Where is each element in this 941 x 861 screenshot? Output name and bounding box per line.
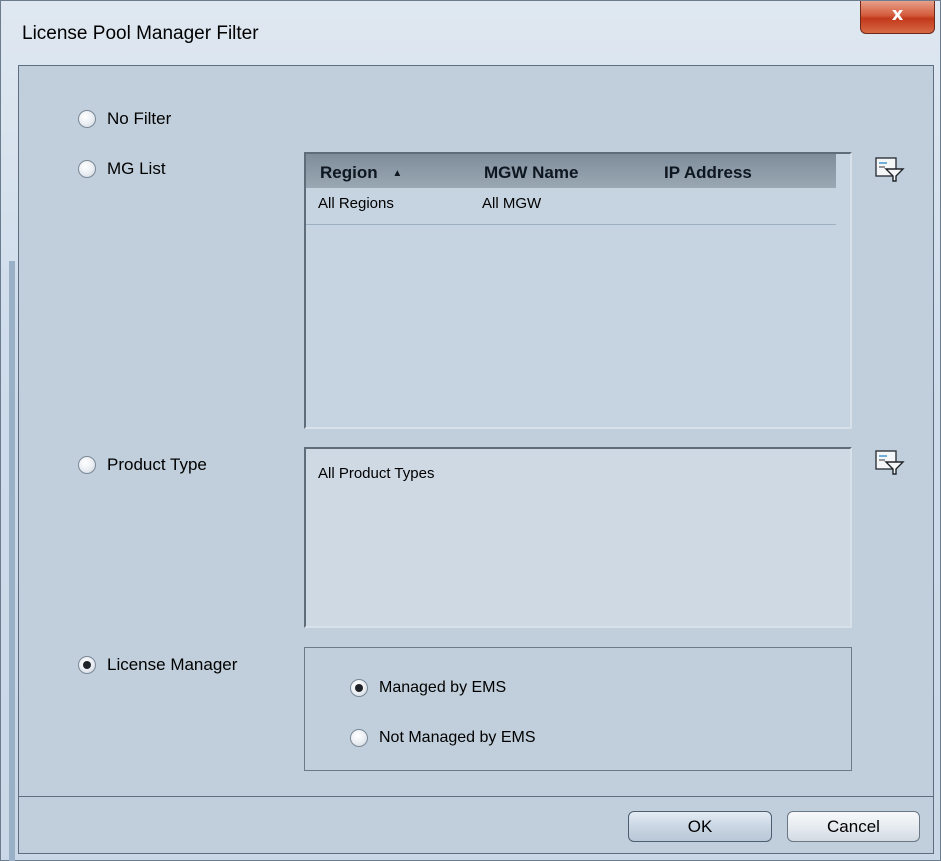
table-header: Region ▲ MGW Name IP Address <box>306 154 836 188</box>
column-header-mgw-name[interactable]: MGW Name <box>484 154 664 188</box>
license-manager-option[interactable]: License Manager <box>78 655 237 675</box>
not-managed-by-ems-radio[interactable] <box>350 729 368 747</box>
cell-mgw-name: All MGW <box>482 195 542 212</box>
filter-edit-icon[interactable] <box>875 157 905 183</box>
managed-by-ems-radio[interactable] <box>350 679 368 697</box>
column-header-mgw-name-label: MGW Name <box>484 163 579 182</box>
close-icon: x <box>891 4 904 25</box>
not-managed-by-ems-option[interactable]: Not Managed by EMS <box>350 729 536 747</box>
cell-ip-address <box>662 194 822 224</box>
column-header-ip-address-label: IP Address <box>664 163 752 182</box>
license-manager-radio[interactable] <box>78 656 96 674</box>
product-type-option[interactable]: Product Type <box>78 455 207 475</box>
product-type-radio[interactable] <box>78 456 96 474</box>
ok-button[interactable]: OK <box>628 811 772 842</box>
column-header-region-label: Region <box>320 163 378 182</box>
sort-ascending-icon: ▲ <box>392 168 403 179</box>
column-header-region[interactable]: Region ▲ <box>306 154 484 188</box>
managed-by-ems-option[interactable]: Managed by EMS <box>350 679 506 697</box>
managed-by-ems-label: Managed by EMS <box>379 679 507 696</box>
license-manager-options <box>304 647 852 771</box>
cancel-button[interactable]: Cancel <box>787 811 920 842</box>
window-title: License Pool Manager Filter <box>22 23 259 44</box>
mg-list-table[interactable]: Region ▲ MGW Name IP Address All Regions… <box>304 152 852 429</box>
column-header-ip-address[interactable]: IP Address <box>664 154 824 188</box>
mg-list-label: MG List <box>107 159 166 178</box>
no-filter-radio[interactable] <box>78 110 96 128</box>
product-type-label: Product Type <box>107 455 207 474</box>
title-bar[interactable]: License Pool Manager Filter x <box>1 1 940 65</box>
not-managed-by-ems-label: Not Managed by EMS <box>379 729 536 746</box>
mg-list-radio[interactable] <box>78 160 96 178</box>
product-type-list[interactable]: All Product Types <box>304 447 852 628</box>
cell-region: All Regions <box>318 195 394 212</box>
close-button[interactable]: x <box>860 1 935 34</box>
table-row[interactable]: All Regions All MGW <box>306 194 836 225</box>
license-manager-label: License Manager <box>107 655 238 674</box>
window-frame-shadow <box>9 261 15 861</box>
mg-list-option[interactable]: MG List <box>78 159 166 179</box>
list-item[interactable]: All Product Types <box>318 465 434 482</box>
no-filter-label: No Filter <box>107 109 172 128</box>
no-filter-option[interactable]: No Filter <box>78 109 171 129</box>
filter-edit-icon[interactable] <box>875 450 905 476</box>
dialog-window: License Pool Manager Filter x No Filter … <box>0 0 941 861</box>
